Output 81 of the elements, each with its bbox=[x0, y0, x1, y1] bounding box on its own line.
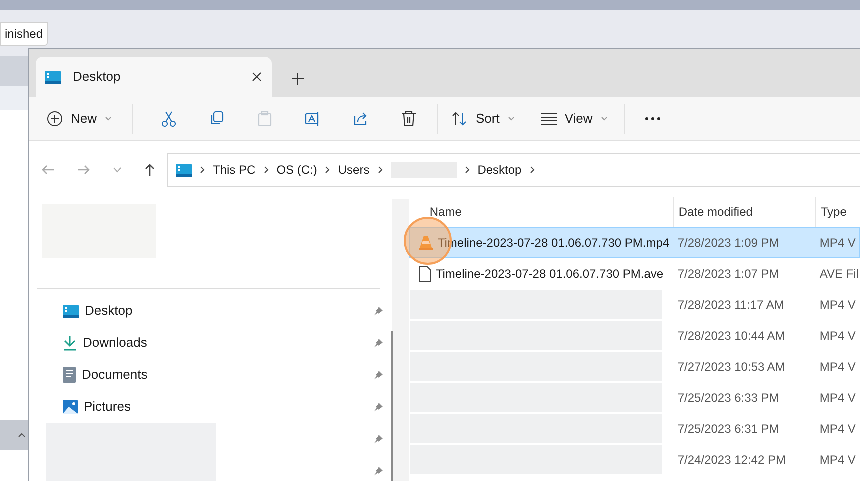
file-row[interactable]: 7/28/2023 10:44 AM MP4 V bbox=[408, 320, 860, 351]
download-icon bbox=[63, 335, 77, 351]
chevron-right-icon bbox=[264, 166, 269, 174]
close-icon[interactable] bbox=[252, 72, 262, 82]
desktop-icon bbox=[176, 164, 192, 176]
traffic-cone-icon bbox=[418, 235, 433, 250]
type-cell-text: MP4 V bbox=[818, 358, 857, 376]
breadcrumb[interactable]: OS (C:) bbox=[276, 161, 318, 179]
file-row[interactable]: 7/28/2023 11:17 AM MP4 V bbox=[408, 289, 860, 320]
sort-button[interactable]: Sort bbox=[444, 102, 523, 134]
date-cell-text: 7/27/2023 10:53 AM bbox=[676, 358, 786, 376]
rename-icon bbox=[305, 110, 322, 126]
pin-icon[interactable] bbox=[373, 338, 384, 348]
type-cell-text: MP4 V bbox=[818, 296, 857, 314]
type-cell-text: MP4 V bbox=[818, 420, 857, 438]
breadcrumb[interactable]: This PC bbox=[213, 161, 256, 179]
scrollbar[interactable] bbox=[391, 331, 393, 481]
chevron-down-icon[interactable] bbox=[113, 167, 122, 173]
pin-icon[interactable] bbox=[373, 402, 384, 412]
breadcrumb[interactable]: Desktop bbox=[478, 161, 522, 179]
type-cell-text: MP4 V bbox=[818, 328, 857, 344]
sidebar-item[interactable]: Downloads bbox=[83, 333, 148, 353]
trash-icon bbox=[401, 110, 418, 126]
file-row[interactable]: 7/25/2023 6:31 PM MP4 V bbox=[408, 413, 860, 444]
breadcrumb[interactable]: Users bbox=[338, 161, 370, 179]
plus-circle-icon bbox=[47, 110, 63, 126]
sidebar-item[interactable]: Desktop bbox=[85, 301, 133, 321]
type-cell-text: MP4 V bbox=[818, 452, 857, 468]
caret-icon bbox=[105, 116, 112, 120]
pin-icon[interactable] bbox=[373, 306, 384, 316]
pin-icon[interactable] bbox=[373, 434, 384, 444]
caret-icon bbox=[508, 116, 515, 120]
file-row[interactable]: 7/27/2023 10:53 AM MP4 V bbox=[408, 351, 860, 382]
sidebar-item[interactable]: Pictures bbox=[84, 397, 131, 417]
copy-icon bbox=[209, 110, 226, 126]
chevron-right-icon bbox=[464, 166, 470, 174]
tab-label: inished bbox=[4, 26, 43, 43]
up-arrow-icon[interactable] bbox=[144, 163, 156, 177]
plus-icon[interactable] bbox=[292, 73, 304, 85]
file-icon bbox=[418, 266, 431, 282]
date-cell-text: 7/28/2023 1:09 PM bbox=[676, 234, 780, 252]
forward-arrow-icon[interactable] bbox=[77, 164, 91, 176]
document-icon bbox=[63, 367, 76, 383]
sort-arrows-icon bbox=[452, 112, 468, 126]
address-bar[interactable]: This PC OS (C:) Users Desktop bbox=[167, 153, 860, 187]
file-name: Timeline-2023-07-28 01.06.07.730 PM.ave bbox=[436, 266, 664, 282]
chevron-right-icon bbox=[325, 166, 330, 174]
desktop-folder-icon bbox=[45, 70, 61, 84]
type-cell-text: MP4 V bbox=[818, 390, 857, 406]
picture-icon bbox=[63, 400, 78, 414]
chevron-right-icon bbox=[200, 166, 205, 174]
scissors-icon bbox=[161, 110, 178, 126]
chevron-right-icon bbox=[530, 166, 535, 174]
pane-splitter[interactable] bbox=[392, 199, 409, 481]
file-row[interactable]: Timeline-2023-07-28 01.06.07.730 PM.ave 7/28/2023 1:07 PM AVE Fil bbox=[408, 258, 860, 289]
lines-icon bbox=[540, 112, 557, 124]
sidebar-item[interactable]: Documents bbox=[82, 365, 148, 385]
file-row[interactable]: 7/25/2023 6:33 PM MP4 V bbox=[408, 382, 860, 413]
file-row[interactable]: 7/24/2023 12:42 PM MP4 V bbox=[408, 444, 860, 475]
type-cell-text: MP4 V bbox=[818, 234, 857, 252]
view-button[interactable]: View bbox=[532, 102, 616, 134]
back-arrow-icon[interactable] bbox=[41, 164, 55, 176]
date-cell-text: 7/24/2023 12:42 PM bbox=[676, 452, 787, 468]
desktop-folder-icon bbox=[63, 304, 79, 318]
new-button[interactable]: New bbox=[41, 102, 118, 134]
chevron-up-icon[interactable] bbox=[18, 432, 26, 438]
date-cell-text: 7/28/2023 1:07 PM bbox=[676, 266, 780, 282]
type-cell-text: AVE Fil bbox=[818, 266, 859, 282]
date-cell-text: 7/28/2023 11:17 AM bbox=[676, 296, 786, 314]
caret-icon bbox=[600, 116, 608, 120]
share-icon bbox=[353, 110, 370, 126]
pin-icon[interactable] bbox=[373, 466, 384, 476]
column-header[interactable]: Name bbox=[408, 197, 673, 227]
chevron-right-icon bbox=[378, 166, 383, 174]
date-cell-text: 7/28/2023 10:44 AM bbox=[676, 328, 786, 344]
pin-icon[interactable] bbox=[373, 370, 384, 380]
date-cell-text: 7/25/2023 6:31 PM bbox=[676, 420, 780, 438]
date-cell-text: 7/25/2023 6:33 PM bbox=[676, 390, 780, 406]
more-icon bbox=[644, 116, 661, 120]
clipboard-icon bbox=[257, 110, 274, 126]
tab[interactable]: Desktop bbox=[36, 57, 272, 97]
